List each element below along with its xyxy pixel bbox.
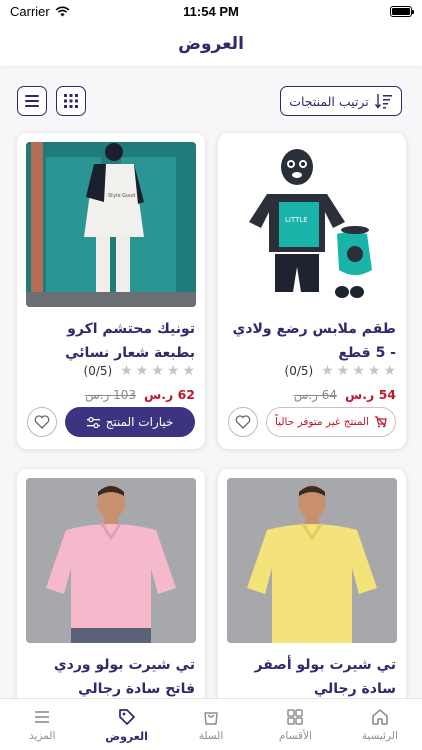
sliders-icon bbox=[86, 416, 100, 428]
unavailable-button[interactable]: المنتج غير متوفر حالياً bbox=[266, 407, 396, 437]
price-current: 54 ر.س bbox=[345, 387, 396, 402]
price-row: 62 ر.س 103 ر.س bbox=[85, 387, 195, 402]
rating-count: (0/5) bbox=[83, 364, 113, 378]
favorite-button[interactable] bbox=[27, 407, 57, 437]
product-image-baby-set[interactable]: LITTLE bbox=[227, 142, 397, 307]
nav-more[interactable]: المزيد bbox=[0, 699, 84, 750]
product-name[interactable]: تونيك محتشم اكرو بطبعة شعار نسائي bbox=[27, 317, 195, 365]
wifi-icon bbox=[55, 6, 70, 16]
nav-label: السلة bbox=[198, 730, 224, 742]
product-card[interactable]: Style Good تونيك محتشم اكرو بطبعة شعار ن… bbox=[17, 133, 205, 449]
product-name[interactable]: تي شيرت بولو أصفر سادة رجالي bbox=[228, 653, 396, 701]
favorite-button[interactable] bbox=[228, 407, 258, 437]
status-left: Carrier bbox=[10, 4, 70, 19]
star-icon: ★ bbox=[383, 363, 396, 379]
product-card[interactable]: LITTLE طقم ملابس رضع ولادي - 5 قطع ★ ★ ★… bbox=[218, 133, 406, 449]
sort-icon bbox=[374, 94, 392, 109]
status-bar: Carrier 11:54 PM bbox=[0, 0, 422, 22]
star-icon: ★ bbox=[135, 363, 149, 379]
star-icon: ★ bbox=[166, 363, 180, 379]
product-image-pink-polo[interactable] bbox=[26, 478, 196, 643]
nav-categories[interactable]: الأقسام bbox=[253, 699, 337, 750]
offers-tag-icon bbox=[118, 708, 135, 725]
price-row: 54 ر.س 64 ر.س bbox=[294, 387, 396, 402]
nav-cart[interactable]: السلة bbox=[169, 699, 253, 750]
nav-home[interactable]: الرئيسية bbox=[338, 699, 422, 750]
list-view-button[interactable] bbox=[17, 86, 47, 116]
toolbar: ترتيب المنتجات bbox=[0, 86, 422, 116]
page-header: العروض bbox=[0, 22, 422, 66]
star-icon: ★ bbox=[182, 363, 195, 379]
nav-offers[interactable]: العروض bbox=[84, 699, 168, 750]
star-icon: ★ bbox=[120, 363, 133, 379]
price-current: 62 ر.س bbox=[144, 387, 195, 402]
product-name[interactable]: تي شيرت بولو وردي فاتح سادة رجالي bbox=[27, 653, 195, 701]
product-card[interactable]: تي شيرت بولو وردي فاتح سادة رجالي bbox=[17, 469, 205, 729]
price-old: 103 ر.س bbox=[85, 387, 137, 402]
nav-label: المزيد bbox=[28, 730, 56, 742]
product-card[interactable]: تي شيرت بولو أصفر سادة رجالي bbox=[218, 469, 406, 729]
star-icon: ★ bbox=[336, 363, 350, 379]
sort-products-button[interactable]: ترتيب المنتجات bbox=[280, 86, 402, 116]
star-icon: ★ bbox=[367, 363, 381, 379]
list-view-icon bbox=[25, 95, 39, 107]
nav-label: العروض bbox=[105, 729, 148, 743]
product-name[interactable]: طقم ملابس رضع ولادي - 5 قطع bbox=[228, 317, 396, 365]
rating-count: (0/5) bbox=[284, 364, 314, 378]
cart-icon bbox=[204, 712, 218, 725]
page-title: العروض bbox=[178, 34, 244, 54]
bottom-nav: الرئيسية الأقسام السلة العروض المزيد bbox=[0, 698, 422, 750]
unavailable-label: المنتج غير متوفر حالياً bbox=[274, 416, 370, 428]
categories-icon bbox=[287, 709, 304, 725]
grid-view-button[interactable] bbox=[56, 86, 86, 116]
star-icon: ★ bbox=[321, 363, 334, 379]
nav-label: الرئيسية bbox=[361, 730, 398, 742]
product-image-tunic[interactable]: Style Good bbox=[26, 142, 196, 307]
sort-label: ترتيب المنتجات bbox=[289, 93, 369, 109]
product-options-button[interactable]: خيارات المنتج bbox=[65, 407, 195, 437]
heart-icon bbox=[34, 415, 50, 429]
battery-icon bbox=[390, 5, 414, 17]
product-image-yellow-polo[interactable] bbox=[227, 478, 397, 643]
svg-text:Style Good: Style Good bbox=[108, 193, 135, 199]
rating-stars: ★ ★ ★ ★ ★ (0/5) bbox=[285, 364, 397, 378]
home-icon bbox=[371, 709, 388, 725]
grid-view-icon bbox=[64, 94, 78, 108]
cart-off-icon bbox=[375, 416, 387, 428]
star-icon: ★ bbox=[352, 363, 365, 379]
star-icon: ★ bbox=[151, 363, 164, 379]
rating-stars: ★ ★ ★ ★ ★ (0/5) bbox=[84, 364, 196, 378]
price-old: 64 ر.س bbox=[293, 387, 338, 402]
nav-label: الأقسام bbox=[278, 730, 312, 742]
carrier-label: Carrier bbox=[10, 3, 50, 19]
options-label: خيارات المنتج bbox=[105, 415, 174, 429]
heart-icon bbox=[235, 415, 251, 429]
menu-icon bbox=[35, 711, 50, 723]
svg-text:LITTLE: LITTLE bbox=[285, 216, 308, 224]
